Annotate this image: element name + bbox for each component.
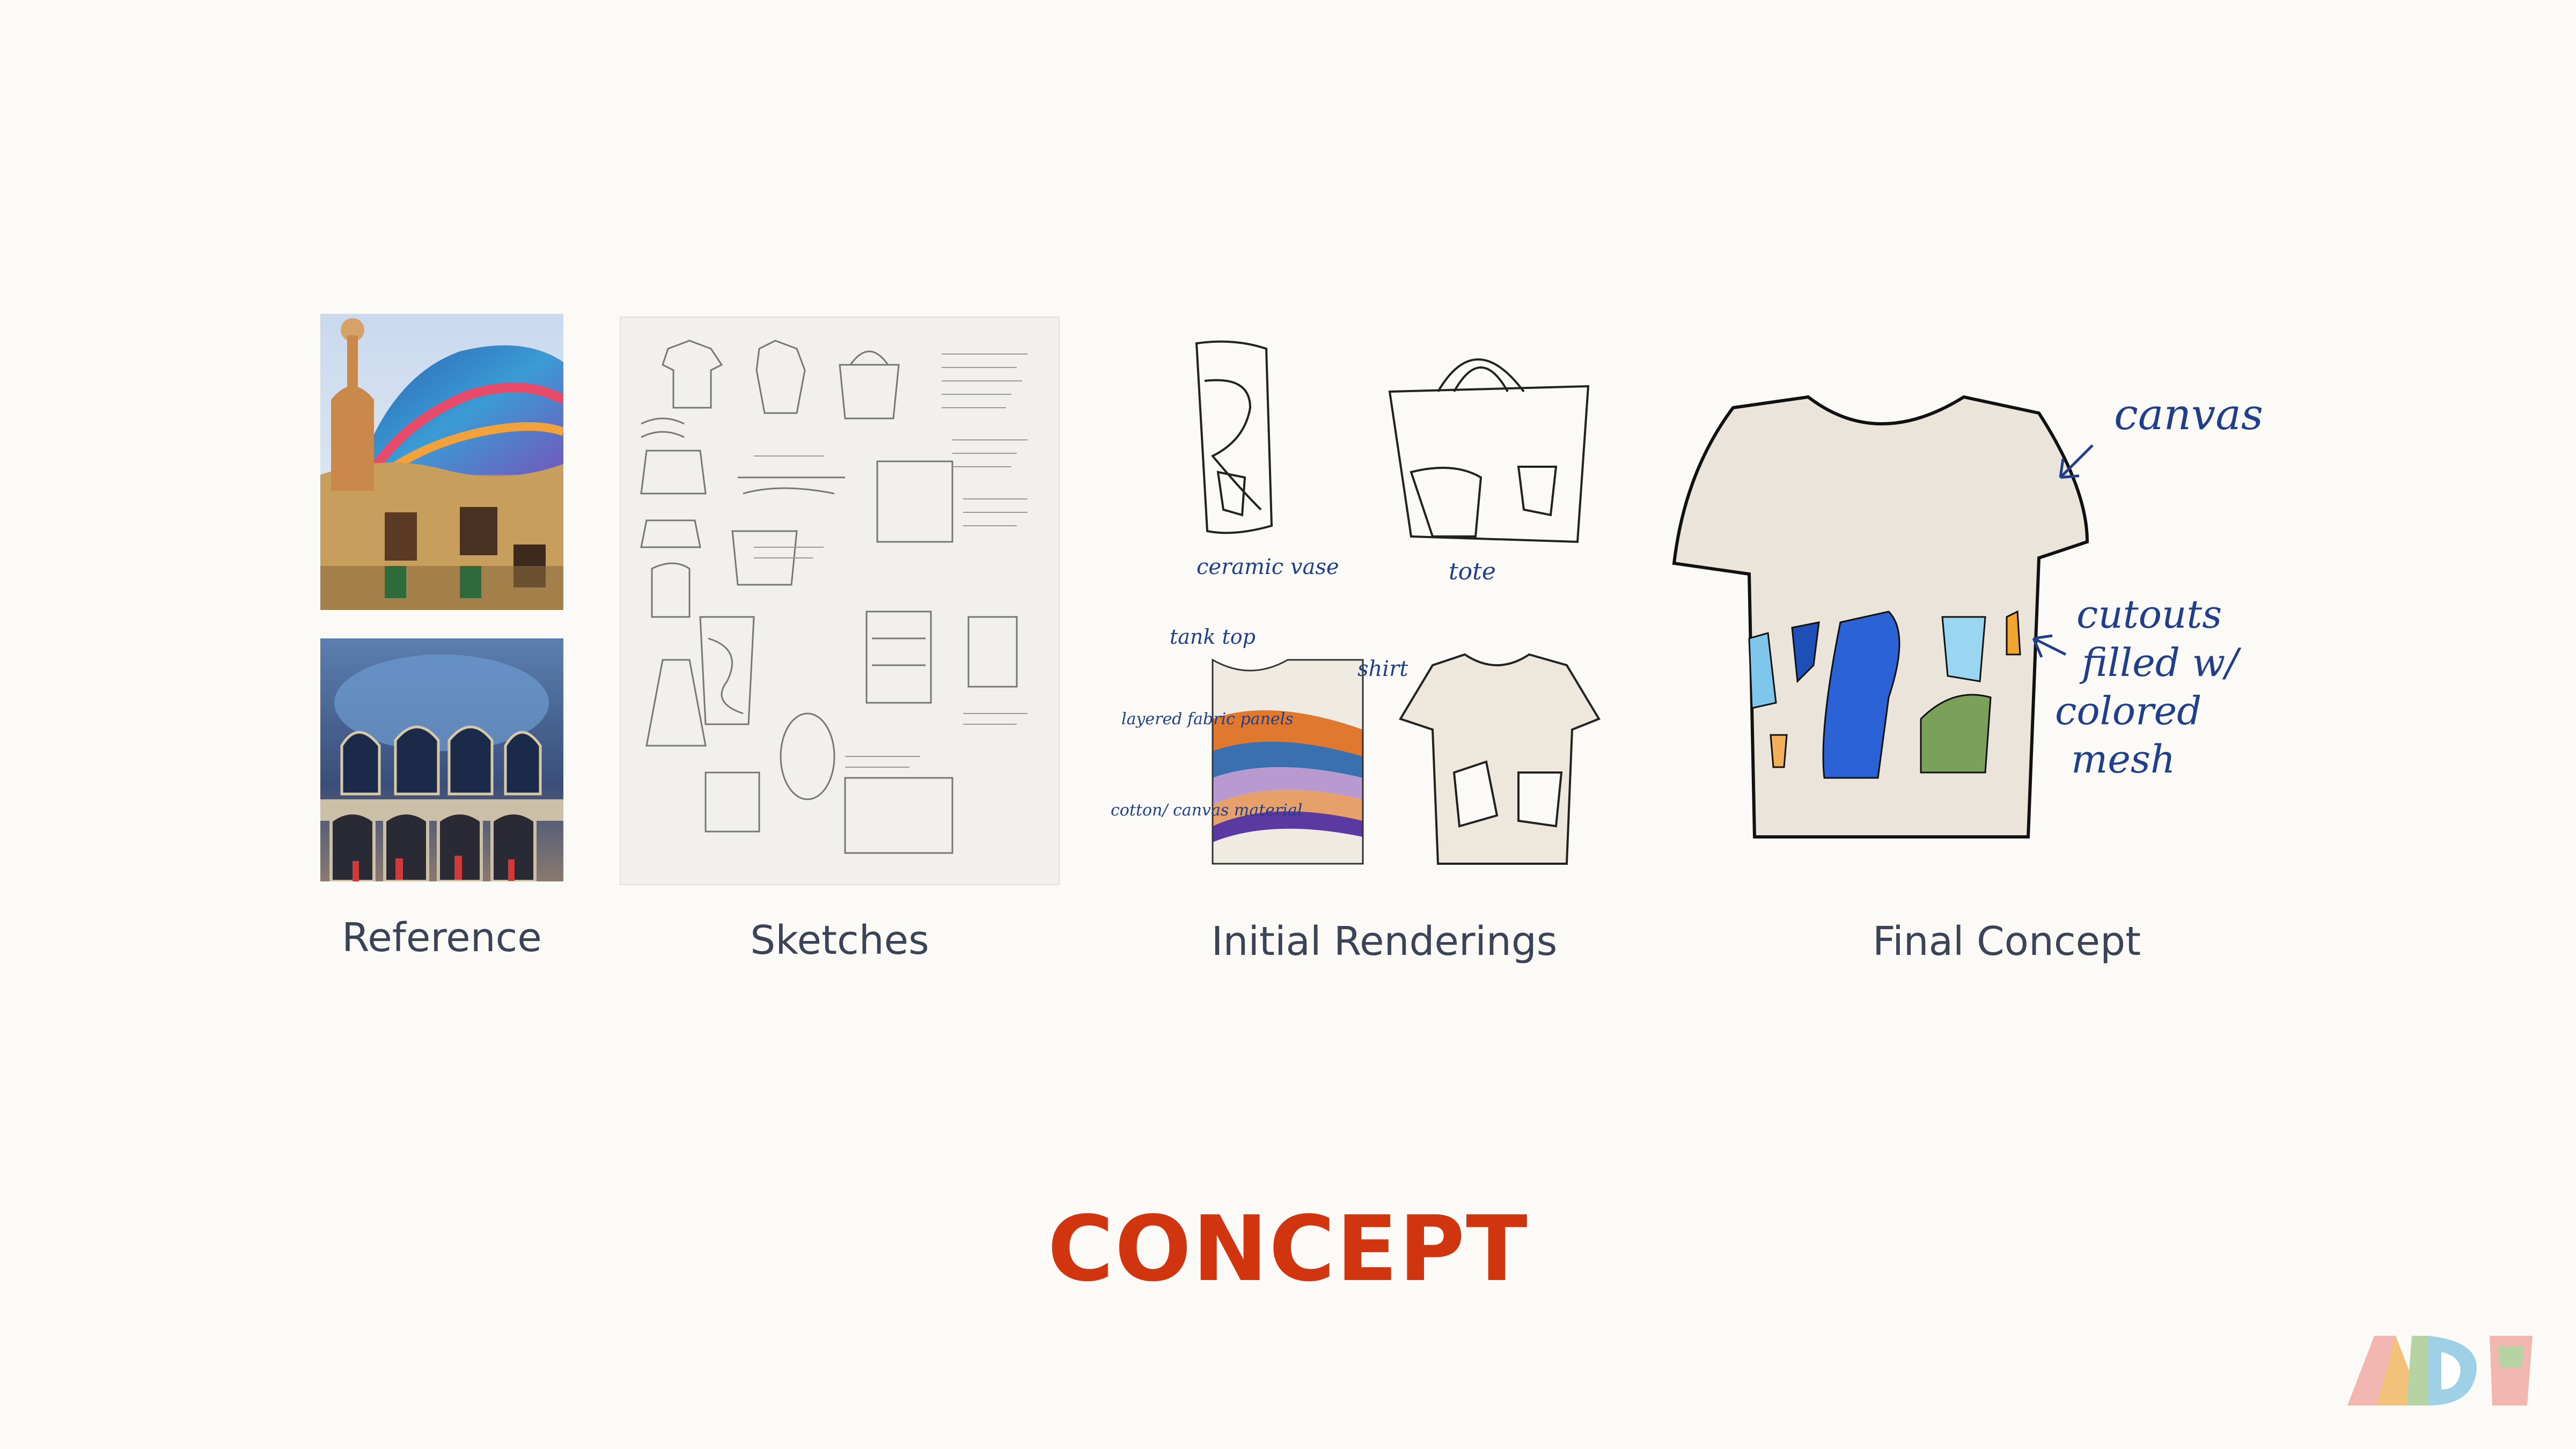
caption-renderings: Initial Renderings (1211, 918, 1558, 965)
reference-photo-facade (320, 638, 563, 881)
adi-logo-icon (2347, 1336, 2533, 1406)
label-tank-top: tank top (1170, 625, 1256, 649)
final-concept-area: canvas cutouts filled w/ colored mesh (1663, 365, 2323, 848)
label-shirt: shirt (1357, 657, 1408, 681)
sketches-page (620, 317, 1060, 885)
label-ceramic-vase: ceramic vase (1197, 555, 1339, 579)
caption-reference: Reference (342, 915, 542, 961)
label-layered-panels: layered fabric panels (1121, 710, 1294, 729)
reference-photo-roof (320, 314, 563, 610)
slide-title: CONCEPT (1047, 1196, 1529, 1301)
caption-sketches: Sketches (750, 917, 929, 963)
label-cutouts-2: filled w/ (2079, 640, 2242, 685)
caption-final: Final Concept (1872, 918, 2141, 965)
label-cutouts-4: mesh (2071, 737, 2175, 782)
label-cotton-canvas: cotton/ canvas material (1111, 801, 1302, 820)
renderings-area: ceramic vase tote tank top shirt layered… (1111, 333, 1620, 891)
label-cutouts-3: colored (2055, 688, 2201, 733)
label-cutouts-1: cutouts (2076, 592, 2222, 637)
label-tote: tote (1449, 558, 1496, 585)
label-canvas: canvas (2114, 389, 2263, 439)
